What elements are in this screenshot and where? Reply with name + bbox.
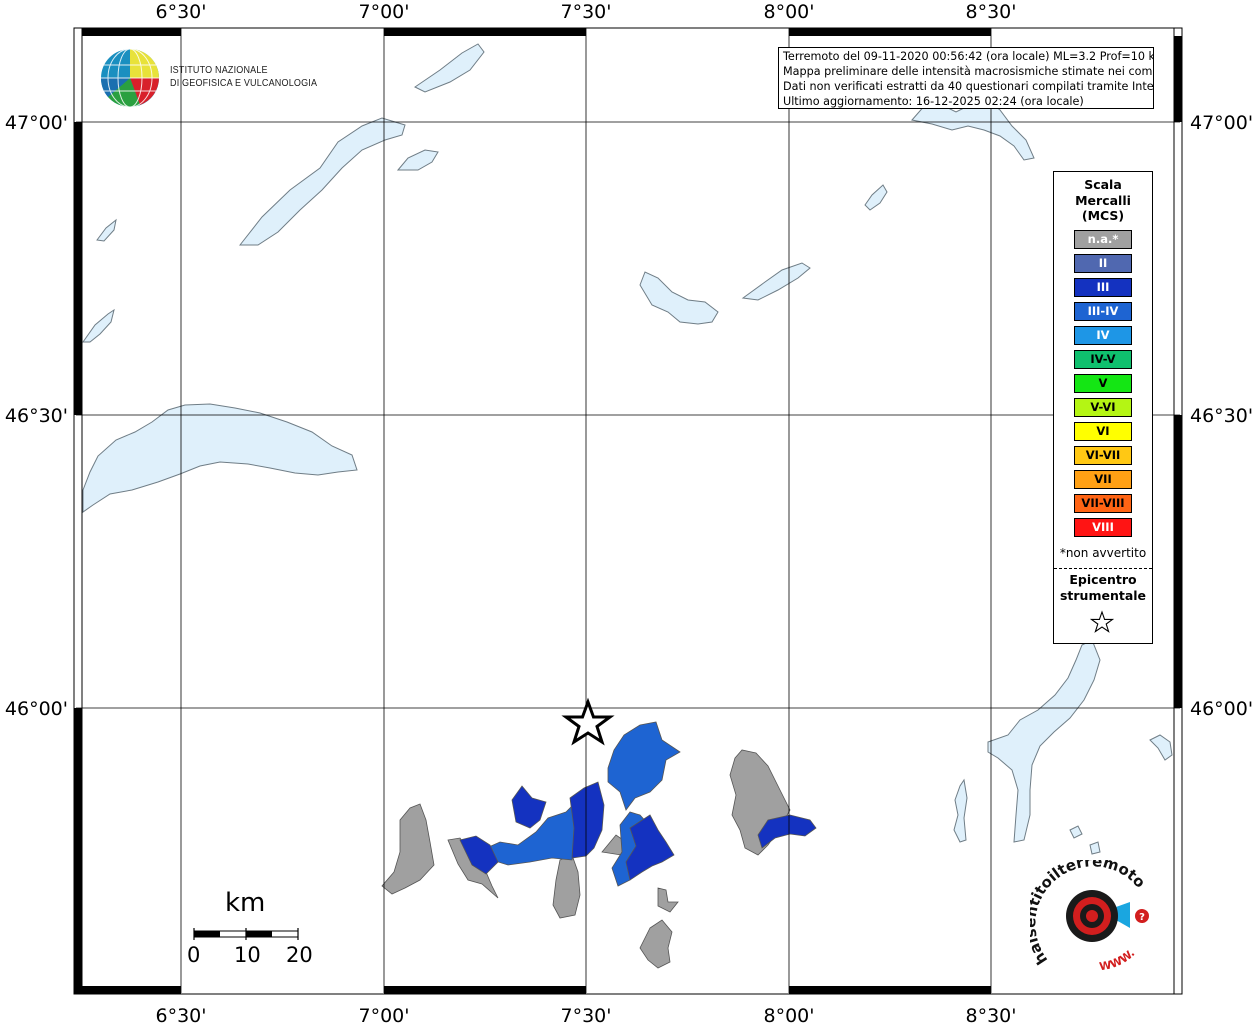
- mercalli-legend: Scala Mercalli (MCS) n.a.* II III III-IV IV I…: [1053, 171, 1153, 644]
- lon-tick-bottom-4: 8°00': [764, 1005, 815, 1024]
- scale-bar-label-0: 0: [187, 943, 201, 967]
- info-line-2: Mappa preliminare delle intensità macros…: [783, 65, 1154, 78]
- legend-epicenter-line2: strumentale: [1059, 588, 1147, 603]
- ingv-globe-icon: [100, 48, 159, 108]
- legend-item: VI: [1074, 422, 1132, 441]
- legend-item: n.a.*: [1074, 230, 1132, 249]
- hst-www-text: WWW.: [1098, 947, 1137, 974]
- lat-tick-right-2: 46°30': [1190, 405, 1253, 427]
- ingv-name: ISTITUTO NAZIONALE DI GEOFISICA E VULCAN…: [170, 64, 317, 90]
- lon-tick-top-5: 8°30': [966, 1, 1017, 23]
- scale-bar-unit: km: [225, 888, 266, 918]
- haisentito-logo: ? haisentitoilterremoto.it WWW.: [1021, 846, 1160, 980]
- info-line-1: Terremoto del 09-11-2020 00:56:42 (ora l…: [783, 50, 1154, 63]
- legend-note: *non avvertito: [1059, 546, 1147, 560]
- hst-www-textpath: WWW.: [1098, 947, 1137, 974]
- lat-tick-left-3: 46°00': [5, 698, 68, 720]
- legend-item: VII: [1074, 470, 1132, 489]
- lon-tick-bottom-2: 7°00': [359, 1005, 410, 1024]
- lat-tick-right-1: 47°00': [1190, 112, 1253, 134]
- earthquake-info-box: Terremoto del 09-11-2020 00:56:42 (ora l…: [778, 47, 1154, 109]
- lat-tick-left-1: 47°00': [5, 112, 68, 134]
- lon-tick-top-2: 7°00': [359, 1, 410, 23]
- haisentito-logo-graphic: ? haisentitoilterremoto.it WWW.: [1021, 846, 1149, 974]
- scale-bar-label-10: 10: [234, 943, 261, 967]
- legend-item: V: [1074, 374, 1132, 393]
- legend-title-line3: (MCS): [1081, 208, 1125, 223]
- lon-tick-top-1: 6°30': [156, 1, 207, 23]
- scale-bar-label-20: 20: [286, 943, 313, 967]
- lon-tick-bottom-5: 8°30': [966, 1005, 1017, 1024]
- legend-item: V-VI: [1074, 398, 1132, 417]
- lon-tick-bottom-3: 7°30': [561, 1005, 612, 1024]
- legend-title-line1: Scala: [1084, 177, 1122, 192]
- lat-tick-left-2: 46°30': [5, 405, 68, 427]
- legend-item: II: [1074, 254, 1132, 273]
- legend-item: III-IV: [1074, 302, 1132, 321]
- info-line-3: Dati non verificati estratti da 40 quest…: [783, 80, 1154, 93]
- legend-item: VI-VII: [1074, 446, 1132, 465]
- hst-question-mark: ?: [1139, 912, 1145, 923]
- legend-epicenter-label: Epicentro strumentale: [1054, 572, 1152, 604]
- ingv-name-line1: ISTITUTO NAZIONALE: [170, 64, 268, 76]
- legend-item: VII-VIII: [1074, 494, 1132, 513]
- legend-title: Scala Mercalli (MCS): [1054, 177, 1152, 224]
- lon-tick-top-3: 7°30': [561, 1, 612, 23]
- lat-tick-right-3: 46°00': [1190, 698, 1253, 720]
- star-icon: [1090, 610, 1114, 633]
- lon-tick-top-4: 8°00': [764, 1, 815, 23]
- ingv-name-line2: DI GEOFISICA E VULCANOLOGIA: [170, 77, 318, 89]
- ingv-logo: ISTITUTO NAZIONALE DI GEOFISICA E VULCAN…: [100, 47, 317, 111]
- legend-divider: [1054, 568, 1152, 569]
- legend-item: III: [1074, 278, 1132, 297]
- legend-title-line2: Mercalli: [1075, 192, 1131, 208]
- legend-item: IV-V: [1074, 350, 1132, 369]
- legend-item: IV: [1074, 326, 1132, 345]
- legend-item: VIII: [1074, 518, 1132, 537]
- lon-tick-bottom-1: 6°30': [156, 1005, 207, 1024]
- legend-epicenter-line1: Epicentro: [1069, 572, 1137, 587]
- info-line-4: Ultimo aggiornamento: 16-12-2025 02:24 (…: [783, 95, 1084, 108]
